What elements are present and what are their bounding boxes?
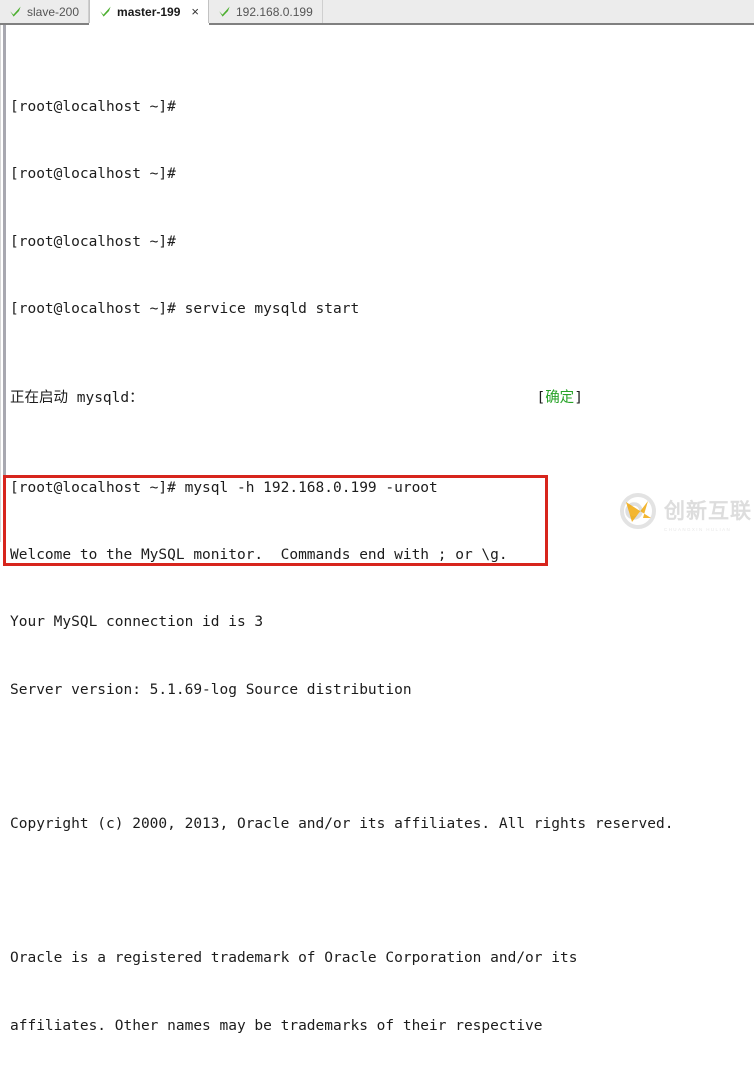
close-icon[interactable]: × [191, 5, 199, 18]
terminal-panel: [root@localhost ~]# [root@localhost ~]# … [0, 25, 754, 1088]
terminal-line: Your MySQL connection id is 3 [10, 614, 264, 631]
terminal-line: Server version: 5.1.69-log Source distri… [10, 681, 412, 698]
status-badge: 确定 [545, 390, 575, 407]
terminal-line: owners. [10, 1082, 754, 1088]
terminal-line: [root@localhost ~]# [10, 166, 176, 183]
status-bracket-open: [ [536, 390, 546, 407]
terminal-line: [root@localhost ~]# [10, 99, 176, 116]
green-check-icon [218, 5, 231, 18]
scrollbar-edge [0, 25, 1, 542]
status-bracket-close: ] [574, 390, 583, 407]
tab-label: 192.168.0.199 [236, 4, 313, 19]
tab-label: master-199 [117, 4, 181, 19]
terminal-scrollbar[interactable] [0, 25, 7, 542]
scrollbar-thumb[interactable] [3, 25, 6, 542]
tab-label: slave-200 [27, 4, 80, 19]
terminal-output[interactable]: [root@localhost ~]# [root@localhost ~]# … [7, 25, 754, 1088]
green-check-icon [9, 5, 22, 18]
tab-slave-200[interactable]: slave-200 [0, 0, 90, 23]
terminal-line: Welcome to the MySQL monitor. Commands e… [10, 547, 508, 564]
terminal-line: Oracle is a registered trademark of Orac… [10, 950, 578, 967]
tab-bar-filler [322, 0, 754, 23]
terminal-tab-bar: slave-200 master-199 × 192.168.0.199 [0, 0, 754, 25]
service-start-text: 正在启动 mysqld： [10, 390, 144, 407]
tab-master-199[interactable]: master-199 × [89, 0, 209, 25]
terminal-line-service-status: 正在启动 mysqld： [确定] [10, 387, 754, 409]
terminal-line: [root@localhost ~]# service mysqld start [10, 300, 360, 317]
status-padding [144, 390, 537, 406]
terminal-line: affiliates. Other names may be trademark… [10, 1017, 543, 1034]
tab-192-168-0-199[interactable]: 192.168.0.199 [209, 0, 323, 23]
green-check-icon [99, 5, 112, 18]
terminal-line: [root@localhost ~]# [10, 233, 176, 250]
terminal-line: Copyright (c) 2000, 2013, Oracle and/or … [10, 816, 674, 833]
terminal-line: [root@localhost ~]# mysql -h 192.168.0.1… [10, 480, 438, 497]
